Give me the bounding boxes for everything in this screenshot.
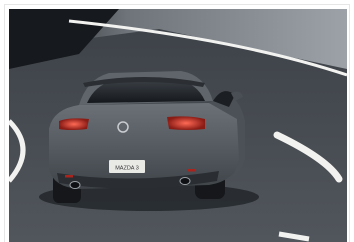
taillight-right: [167, 116, 205, 130]
image-frame: MAZDA 3: [0, 0, 354, 242]
reflector-right: [187, 169, 195, 172]
exhaust-left: [69, 181, 81, 189]
car-photo: MAZDA 3: [9, 9, 347, 242]
taillight-left: [59, 118, 89, 130]
exhaust-right: [179, 177, 191, 185]
photo-canvas: MAZDA 3: [9, 9, 347, 242]
license-plate-text: MAZDA 3: [115, 166, 139, 172]
reflector-left: [65, 175, 73, 178]
